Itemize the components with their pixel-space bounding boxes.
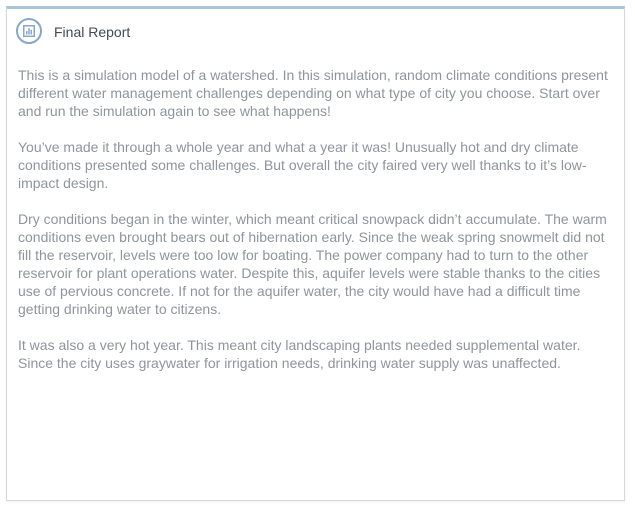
report-paragraph-hot-year: It was also a very hot year. This meant … (18, 337, 581, 371)
panel-header: Final Report (7, 9, 624, 53)
final-report-panel: Final Report This is a simulation model … (6, 6, 625, 501)
report-body: This is a simulation model of a watershe… (18, 66, 618, 390)
report-paragraph-intro: This is a simulation model of a watershe… (18, 67, 608, 119)
bar-chart-icon (16, 18, 42, 44)
report-paragraph-summary: You’ve made it through a whole year and … (18, 139, 587, 191)
panel-title: Final Report (54, 24, 131, 40)
report-paragraph-dry-conditions: Dry conditions began in the winter, whic… (18, 211, 607, 317)
